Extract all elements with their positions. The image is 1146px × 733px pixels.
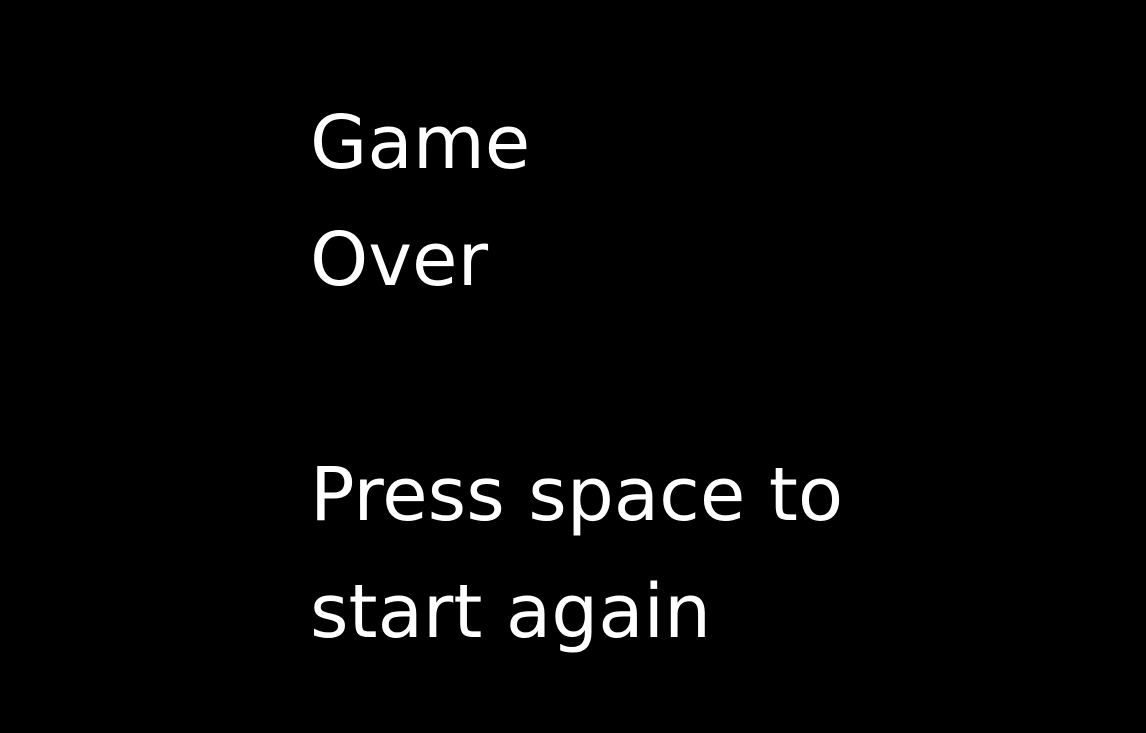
game-over-title-line-2: Over xyxy=(310,217,488,303)
restart-prompt-line-1: Press space to xyxy=(310,452,844,538)
restart-prompt-line-2: start again xyxy=(310,569,712,655)
game-over-title-line-1: Game xyxy=(310,100,531,186)
game-over-screen[interactable]: Game Over Press space to start again xyxy=(0,0,1146,733)
